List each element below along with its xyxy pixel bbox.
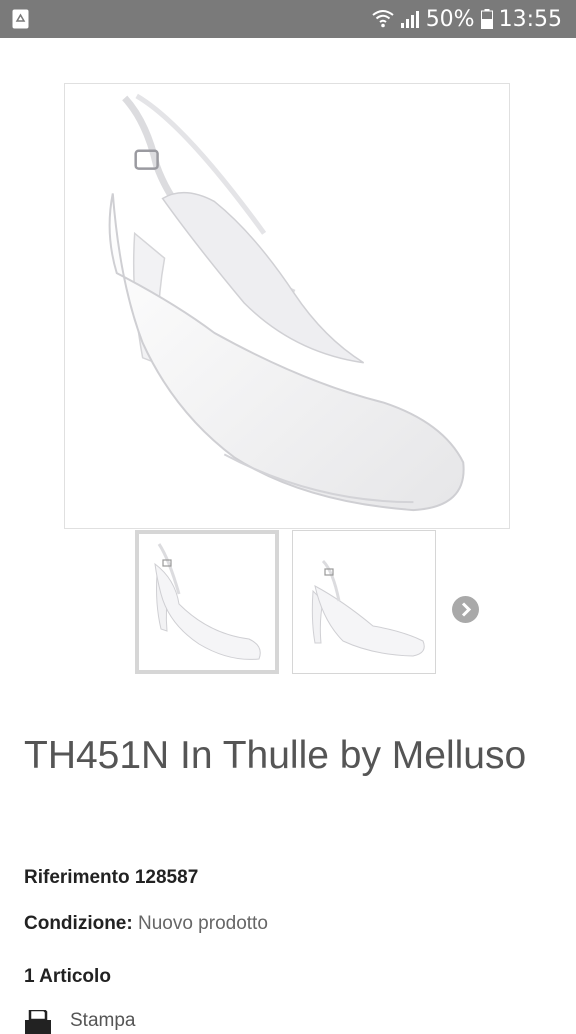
- reference-value: 128587: [134, 867, 199, 888]
- product-title: TH451N In Thulle by Melluso: [24, 734, 527, 777]
- gallery-next-button[interactable]: [452, 596, 479, 623]
- wifi-icon: [372, 10, 394, 28]
- quantity-text: 1 Articolo: [24, 966, 111, 987]
- clock: 13:55: [498, 6, 562, 32]
- condition-label: Condizione:: [24, 913, 133, 934]
- thumbnail-2[interactable]: [292, 530, 436, 674]
- condition-value: Nuovo prodotto: [137, 913, 268, 934]
- thumbnail-1[interactable]: [135, 530, 279, 674]
- thumbnail-shoe-image: [154, 543, 261, 660]
- chevron-right-icon: [461, 602, 472, 617]
- battery-percent: 50%: [425, 6, 475, 32]
- print-icon: [25, 1010, 51, 1034]
- print-button[interactable]: Stampa: [24, 1010, 135, 1034]
- status-right: 50% 13:55: [372, 0, 562, 38]
- shoe-image: [108, 93, 465, 512]
- thumbnail-shoe-side-image: [311, 559, 425, 657]
- status-bar: 50% 13:55: [0, 0, 576, 38]
- print-label: Stampa: [70, 1010, 136, 1031]
- main-product-image[interactable]: [64, 83, 510, 529]
- battery-icon: [480, 9, 493, 29]
- signal-icon: [400, 11, 419, 28]
- quantity-line: 1 Articolo: [24, 966, 111, 988]
- recycle-notification-icon: [12, 9, 29, 29]
- reference-label: Riferimento: [24, 867, 130, 888]
- condition-line: Condizione: Nuovo prodotto: [24, 913, 268, 935]
- reference-line: Riferimento 128587: [24, 867, 198, 889]
